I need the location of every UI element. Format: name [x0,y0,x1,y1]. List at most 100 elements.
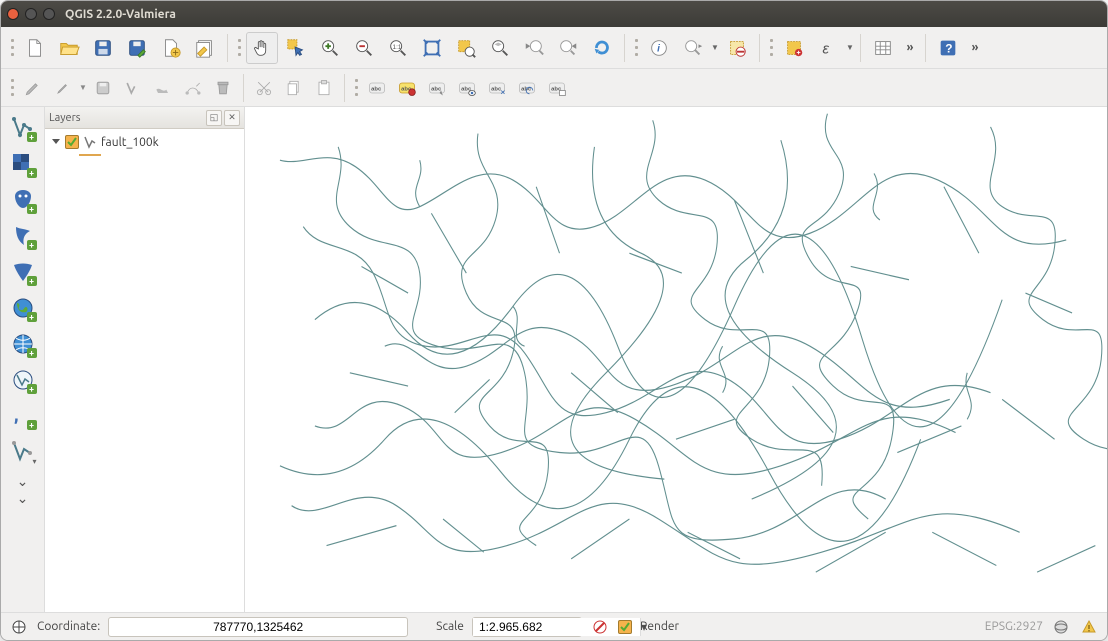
save-project-button[interactable] [87,32,119,64]
toolbar-grip[interactable] [9,74,15,102]
zoom-out-button[interactable] [348,32,380,64]
open-project-button[interactable] [53,32,85,64]
layer-visibility-checkbox[interactable] [65,135,79,149]
new-composer-button[interactable] [155,32,187,64]
zoom-full-button[interactable] [416,32,448,64]
add-vector-layer-button[interactable] [6,111,40,145]
crs-button[interactable] [1051,617,1071,637]
zoom-to-selection-button[interactable] [450,32,482,64]
add-mssql-layer-button[interactable] [6,255,40,289]
scissors-icon [254,78,274,98]
label-move-icon: abc [487,78,507,98]
toolbar-overflow-2[interactable]: » [966,41,984,54]
render-checkbox[interactable] [618,620,632,634]
toolbar-grip[interactable] [236,34,242,62]
help-icon: ? [937,37,959,59]
paste-features-button[interactable] [310,74,338,102]
epsilon-icon: ε [817,37,839,59]
zoom-next-button[interactable] [552,32,584,64]
add-raster-layer-button[interactable] [6,147,40,181]
main-content: , ▾ ⌄⌄ Layers ◱ ✕ [1,107,1107,612]
new-project-button[interactable] [19,32,51,64]
label-move-button[interactable]: abc [483,74,511,102]
deselect-button[interactable] [721,32,753,64]
pan-to-selection-button[interactable] [280,32,312,64]
measure-button[interactable] [778,32,810,64]
expression-dropdown[interactable]: ▼ [846,43,854,52]
crs-label: EPSG:2927 [985,620,1043,633]
window-close-button[interactable] [7,8,19,20]
save-as-project-button[interactable] [121,32,153,64]
stop-render-button[interactable] [590,617,610,637]
pencil-single-icon [53,78,73,98]
identify-button[interactable]: i [643,32,675,64]
panel-close-button[interactable]: ✕ [224,110,240,126]
move-icon [153,78,173,98]
save-edits-button[interactable] [89,74,117,102]
add-wms-layer-button[interactable] [6,291,40,325]
select-dropdown[interactable]: ▼ [711,43,719,52]
add-delimited-text-button[interactable]: , [6,399,40,433]
refresh-button[interactable] [586,32,618,64]
window-maximize-button[interactable] [43,8,55,20]
toolbar-grip[interactable] [768,34,774,62]
folder-open-icon [58,37,80,59]
label-pin-button[interactable]: abc [423,74,451,102]
zoom-to-layer-button[interactable] [484,32,516,64]
left-toolbar-overflow[interactable]: ⌄⌄ [17,473,29,507]
pan-button[interactable] [246,32,278,64]
label-show-button[interactable]: abc [453,74,481,102]
label-rotate-button[interactable]: abc [513,74,541,102]
toggle-editing-button[interactable] [19,74,47,102]
toolbar-grip[interactable] [9,34,15,62]
zoom-last-button[interactable] [518,32,550,64]
layer-tree-item[interactable]: fault_100k [49,133,240,151]
add-wcs-layer-button[interactable] [6,327,40,361]
help-button[interactable]: ? [932,32,964,64]
add-postgis-layer-button[interactable] [6,183,40,217]
current-edits-button[interactable] [49,74,77,102]
zoom-selection-icon [455,37,477,59]
scale-input[interactable] [473,618,640,636]
scale-selector[interactable]: ▾ [472,617,582,637]
composer-manager-button[interactable] [189,32,221,64]
zoom-in-button[interactable] [314,32,346,64]
zoom-native-button[interactable]: 1:1 [382,32,414,64]
edits-dropdown[interactable]: ▼ [79,83,87,92]
render-label: Render [640,620,679,633]
toolbar-overflow[interactable]: » [901,41,919,54]
label-highlight-icon: abc [397,78,417,98]
expression-button[interactable]: ε [812,32,844,64]
label-change-button[interactable]: abc [543,74,571,102]
toolbar-separator [344,74,345,102]
add-virtual-layer-button[interactable]: ▾ [6,435,40,469]
add-wfs-layer-button[interactable] [6,363,40,397]
messages-button[interactable] [1079,617,1099,637]
toggle-extents-button[interactable] [9,617,29,637]
label-highlight-button[interactable]: abc [393,74,421,102]
toolbar-grip[interactable] [633,34,639,62]
select-button[interactable] [677,32,709,64]
coordinate-input[interactable] [108,617,408,637]
map-canvas[interactable] [245,107,1107,612]
labeling-button[interactable]: abc [363,74,391,102]
collapse-arrow-icon [51,137,61,147]
panel-undock-button[interactable]: ◱ [206,110,222,126]
save-edits-icon [93,78,113,98]
save-edit-icon [126,37,148,59]
window-minimize-button[interactable] [25,8,37,20]
map-render-icon [245,107,1107,612]
add-feature-button[interactable] [119,74,147,102]
check-icon [67,137,77,147]
svg-text:?: ? [945,41,952,55]
delete-selected-button[interactable] [209,74,237,102]
node-tool-button[interactable] [179,74,207,102]
move-feature-button[interactable] [149,74,177,102]
toolbar-grip[interactable] [353,74,359,102]
add-spatialite-layer-button[interactable] [6,219,40,253]
main-toolbar: 1:1 i ▼ [1,27,1107,69]
cut-features-button[interactable] [250,74,278,102]
attributes-table-button[interactable] [867,32,899,64]
toolbar-separator [759,34,760,62]
copy-features-button[interactable] [280,74,308,102]
